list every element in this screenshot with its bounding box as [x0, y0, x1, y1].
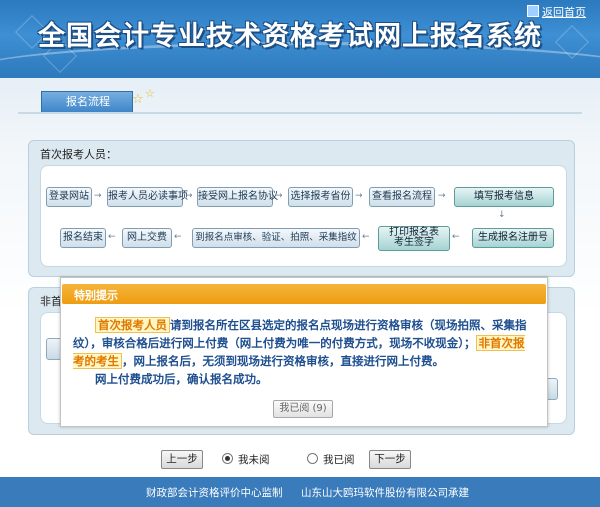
- arrow-right-icon: →: [185, 191, 193, 201]
- first-time-title: 首次报考人员：: [40, 148, 117, 161]
- dialog-title: 特别提示: [74, 289, 118, 302]
- step-print-form-line2: 考生签字: [394, 237, 434, 248]
- back-home-link[interactable]: 返回首页: [527, 4, 586, 20]
- back-home-label: 返回首页: [542, 6, 586, 19]
- arrow-right-icon: →: [438, 191, 446, 201]
- step-must-read: 报考人员必读事项: [107, 187, 188, 207]
- arrow-right-icon: →: [355, 191, 363, 201]
- step-accept-agreement: 接受网上报名协议: [197, 187, 278, 207]
- arrow-down-icon: ↓: [498, 210, 506, 220]
- radio-read-label: 我已阅: [323, 454, 355, 466]
- home-icon: [527, 5, 539, 17]
- highlight-first-time: 首次报考人员: [95, 317, 170, 333]
- step-online-payment: 网上交费: [122, 228, 172, 248]
- next-button[interactable]: 下一步: [369, 450, 411, 469]
- radio-not-read[interactable]: [222, 453, 233, 464]
- footer-supervisor: 财政部会计资格评价中心监制: [146, 487, 283, 499]
- dialog-message: 首次报考人员 请到报名所在区县选定的报名点现场进行资格审核（现场拍照、采集指纹），…: [73, 316, 535, 388]
- acknowledge-button[interactable]: 我已阅 (9): [273, 400, 333, 418]
- step-fill-info: 填写报考信息: [454, 187, 554, 207]
- step-view-process: 查看报名流程: [369, 187, 435, 207]
- step-finish: 报名结束: [60, 228, 106, 248]
- step-onsite-review: 到报名点审核、验证、拍照、采集指纹: [192, 228, 360, 248]
- step-print-form: 打印报名表 考生签字: [378, 226, 450, 251]
- step-generate-number: 生成报名注册号: [472, 228, 554, 248]
- arrow-left-icon: ←: [452, 232, 460, 242]
- dialog-text-c: 网上付费成功后，确认报名成功。: [95, 372, 268, 386]
- tab-registration-process[interactable]: 报名流程: [41, 91, 133, 113]
- arrow-right-icon: →: [275, 191, 283, 201]
- dialog-text-b: ，网上报名后，无须到现场进行资格审核，直接进行网上付费。: [122, 354, 444, 368]
- star-icon: ☆: [145, 87, 155, 100]
- divider: [18, 112, 582, 114]
- step-select-province: 选择报考省份: [288, 187, 353, 207]
- arrow-right-icon: →: [94, 191, 102, 201]
- first-time-flow: [40, 165, 567, 267]
- arrow-left-icon: ←: [362, 232, 370, 242]
- special-notice-dialog: 特别提示 首次报考人员 请到报名所在区县选定的报名点现场进行资格审核（现场拍照、采…: [60, 277, 548, 427]
- prev-button[interactable]: 上一步: [161, 450, 203, 469]
- radio-not-read-label: 我未阅: [238, 454, 270, 466]
- step-login: 登录网站: [46, 187, 92, 207]
- radio-read[interactable]: [307, 453, 318, 464]
- footer: 财政部会计资格评价中心监制 山东山大鸥玛软件股份有限公司承建: [0, 477, 600, 507]
- arrow-left-icon: ←: [174, 232, 182, 242]
- star-icon: ☆: [132, 92, 144, 107]
- dialog-header: 特别提示: [62, 284, 546, 304]
- arrow-left-icon: ←: [108, 232, 116, 242]
- site-title: 全国会计专业技术资格考试网上报名系统: [38, 21, 542, 52]
- footer-builder: 山东山大鸥玛软件股份有限公司承建: [301, 487, 469, 499]
- header-banner: 全国会计专业技术资格考试网上报名系统 返回首页: [0, 0, 600, 78]
